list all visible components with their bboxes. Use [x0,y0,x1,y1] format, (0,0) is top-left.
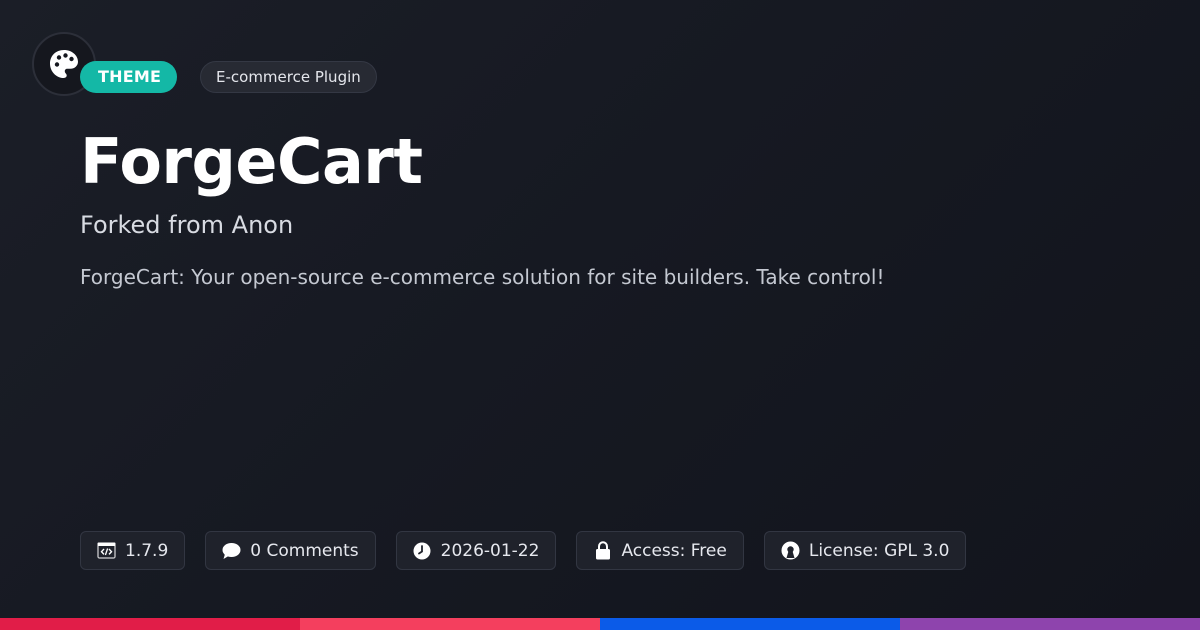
version-badge: 1.7.9 [80,531,186,570]
license-badge: License: GPL 3.0 [763,531,967,570]
date-text: 2026-01-22 [440,540,540,561]
code-icon [97,541,116,560]
license-text: License: GPL 3.0 [808,540,950,561]
date-badge: 2026-01-22 [395,531,557,570]
access-badge: Access: Free [576,531,744,570]
category-badge[interactable]: E-commerce Plugin [200,61,377,93]
accent-bar-segment [300,618,600,630]
page-title: ForgeCart [80,125,423,198]
accent-bar-segment [900,618,1200,630]
open-source-icon [781,541,800,560]
clock-icon [413,541,432,560]
comments-badge[interactable]: 0 Comments [205,531,376,570]
version-text: 1.7.9 [125,540,169,561]
lock-icon [593,541,612,560]
comment-icon [222,541,241,560]
meta-row: 1.7.9 0 Comments 2026-01-22 Access: Free [80,531,967,570]
accent-bar [0,618,1200,630]
comments-text: 0 Comments [250,540,359,561]
badge-row: THEME E-commerce Plugin [32,32,632,96]
description: ForgeCart: Your open-source e-commerce s… [80,265,885,289]
forked-from-subtitle: Forked from Anon [80,211,294,239]
access-text: Access: Free [621,540,727,561]
accent-bar-segment [600,618,900,630]
palette-icon [50,50,78,78]
type-badge[interactable]: THEME [80,61,178,93]
accent-bar-segment [0,618,300,630]
